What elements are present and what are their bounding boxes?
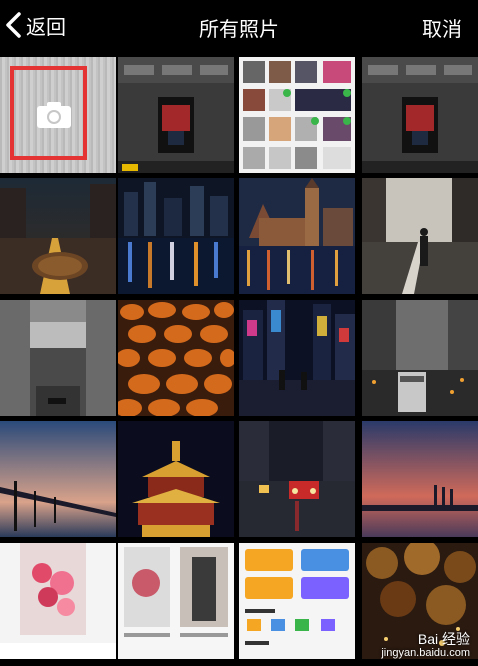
camera-icon (37, 102, 71, 128)
watermark-logo-text: Bai 经验 (417, 631, 470, 647)
photo-thumbnail[interactable] (362, 421, 478, 537)
photo-thumbnail[interactable] (0, 300, 116, 416)
camera-capture-tile[interactable] (0, 57, 116, 173)
watermark-url: jingyan.baidu.com (381, 647, 470, 659)
photo-thumbnail[interactable] (118, 421, 234, 537)
photo-thumbnail[interactable] (0, 178, 116, 294)
photo-thumbnail[interactable] (239, 300, 355, 416)
photo-thumbnail[interactable] (118, 300, 234, 416)
photo-thumbnail[interactable] (239, 543, 355, 659)
photo-thumbnail[interactable] (0, 421, 116, 537)
photo-thumbnail[interactable] (362, 178, 478, 294)
photo-thumbnail[interactable] (0, 543, 116, 659)
photo-thumbnail[interactable] (118, 178, 234, 294)
photo-grid (0, 57, 478, 666)
photo-thumbnail[interactable] (362, 300, 478, 416)
photo-thumbnail[interactable] (239, 57, 355, 173)
top-bar: 返回 所有照片 取消 (0, 0, 478, 52)
photo-thumbnail[interactable] (362, 57, 478, 173)
cancel-button[interactable]: 取消 (422, 13, 462, 42)
photo-thumbnail[interactable] (239, 178, 355, 294)
watermark: Bai 经验 jingyan.baidu.com (381, 632, 470, 660)
photo-thumbnail[interactable] (118, 543, 234, 659)
photo-thumbnail[interactable] (239, 421, 355, 537)
photo-thumbnail[interactable] (118, 57, 234, 173)
page-title: 所有照片 (199, 19, 279, 41)
